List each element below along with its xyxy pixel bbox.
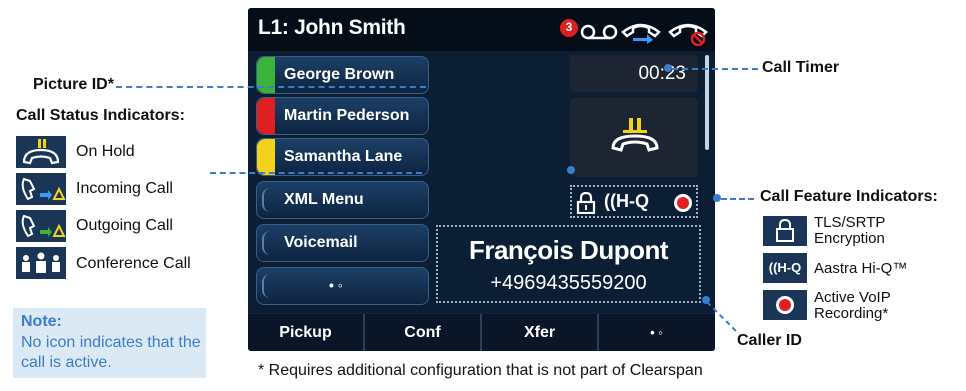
- outgoing-call-icon: [16, 210, 66, 242]
- picture-id-leader: [116, 86, 426, 88]
- status-label-on-hold: On Hold: [76, 143, 135, 160]
- on-hold-handset-icon: [611, 118, 659, 152]
- do-not-disturb-icon: [668, 23, 708, 46]
- note-box: Note: No icon indicates that the call is…: [13, 308, 206, 378]
- call-timer-label: Call Timer: [762, 59, 840, 76]
- line-key-label: Samantha Lane: [284, 148, 403, 165]
- key-bracket: [262, 188, 274, 212]
- incoming-call-icon: [16, 173, 66, 205]
- caller-number: +4969435559200: [490, 272, 647, 294]
- key-bracket: [262, 231, 274, 255]
- missed-count: 3: [565, 20, 573, 34]
- footnote: * Requires additional configuration that…: [258, 362, 703, 379]
- line-key-label: Voicemail: [284, 234, 358, 251]
- softkey-bar: Pickup Conf Xfer • ◦: [248, 313, 715, 351]
- line-key-xml-menu[interactable]: XML Menu: [256, 181, 429, 219]
- status-tab-yellow: [257, 139, 275, 175]
- call-status-dot: [567, 166, 575, 174]
- call-timer-dot: [664, 64, 672, 72]
- note-title: Note:: [21, 313, 62, 330]
- page-dots: • ◦: [329, 277, 343, 293]
- status-label-conference: Conference Call: [76, 255, 191, 272]
- call-status-leader: [210, 172, 422, 174]
- conference-call-icon: [16, 247, 66, 279]
- feature-leader: [721, 198, 754, 200]
- status-label-incoming: Incoming Call: [76, 180, 173, 197]
- lock-icon-legend: [763, 216, 807, 246]
- note-body: No icon indicates that the call is activ…: [21, 334, 201, 371]
- line-key-more[interactable]: • ◦: [256, 267, 429, 305]
- missed-calls-badge-icon: 3: [560, 19, 578, 37]
- on-hold-icon: [16, 136, 66, 168]
- call-status-title: Call Status Indicators:: [16, 107, 185, 124]
- line-key-samantha-lane[interactable]: Samantha Lane: [256, 138, 429, 176]
- voicemail-icon: [580, 24, 618, 40]
- record-icon-legend: [763, 290, 807, 320]
- softkey-xfer[interactable]: Xfer: [482, 314, 599, 351]
- line-key-martin-pederson[interactable]: Martin Pederson: [256, 97, 429, 135]
- feature-label-recording: Active VoIP Recording*: [814, 289, 891, 322]
- line-key-label: Martin Pederson: [284, 107, 410, 124]
- call-status-panel: [570, 98, 698, 177]
- call-timer-value: 00:23: [638, 63, 686, 84]
- key-bracket: [262, 274, 274, 298]
- caller-name: François Dupont: [468, 235, 669, 265]
- hiq-icon: ((H-Q: [604, 191, 649, 211]
- line-key-label: XML Menu: [284, 191, 364, 208]
- feature-label-encryption: TLS/SRTP Encryption: [814, 214, 886, 247]
- status-bar: L1: John Smith 3: [248, 8, 715, 51]
- hiq-icon-legend: ((H-Q: [763, 253, 807, 283]
- softkey-conf[interactable]: Conf: [365, 314, 482, 351]
- caller-id: François Dupont +4969435559200: [436, 225, 701, 303]
- call-feature-indicators: ((H-Q: [570, 185, 698, 218]
- call-forward-icon: [621, 23, 661, 44]
- softkey-pickup[interactable]: Pickup: [248, 314, 365, 351]
- line-key-george-brown[interactable]: George Brown: [256, 56, 429, 94]
- line-key-voicemail[interactable]: Voicemail: [256, 224, 429, 262]
- phone-screen: L1: John Smith 3 George Brown Martin Ped…: [248, 8, 715, 351]
- lock-icon: [576, 192, 596, 214]
- line-key-label: George Brown: [284, 66, 395, 83]
- status-label-outgoing: Outgoing Call: [76, 217, 173, 234]
- call-feature-title: Call Feature Indicators:: [760, 188, 938, 205]
- feature-label-hiq: Aastra Hi-Q™: [814, 260, 908, 277]
- call-timer-leader: [672, 68, 758, 70]
- picture-id-label: Picture ID*: [33, 76, 114, 93]
- record-icon: [674, 194, 692, 212]
- status-tab-red: [257, 98, 275, 134]
- line-title: L1: John Smith: [258, 16, 406, 39]
- call-timer: 00:23: [570, 55, 698, 92]
- softkey-more[interactable]: • ◦: [599, 314, 714, 351]
- caller-id-label: Caller ID: [737, 332, 802, 349]
- feature-dot: [713, 194, 721, 202]
